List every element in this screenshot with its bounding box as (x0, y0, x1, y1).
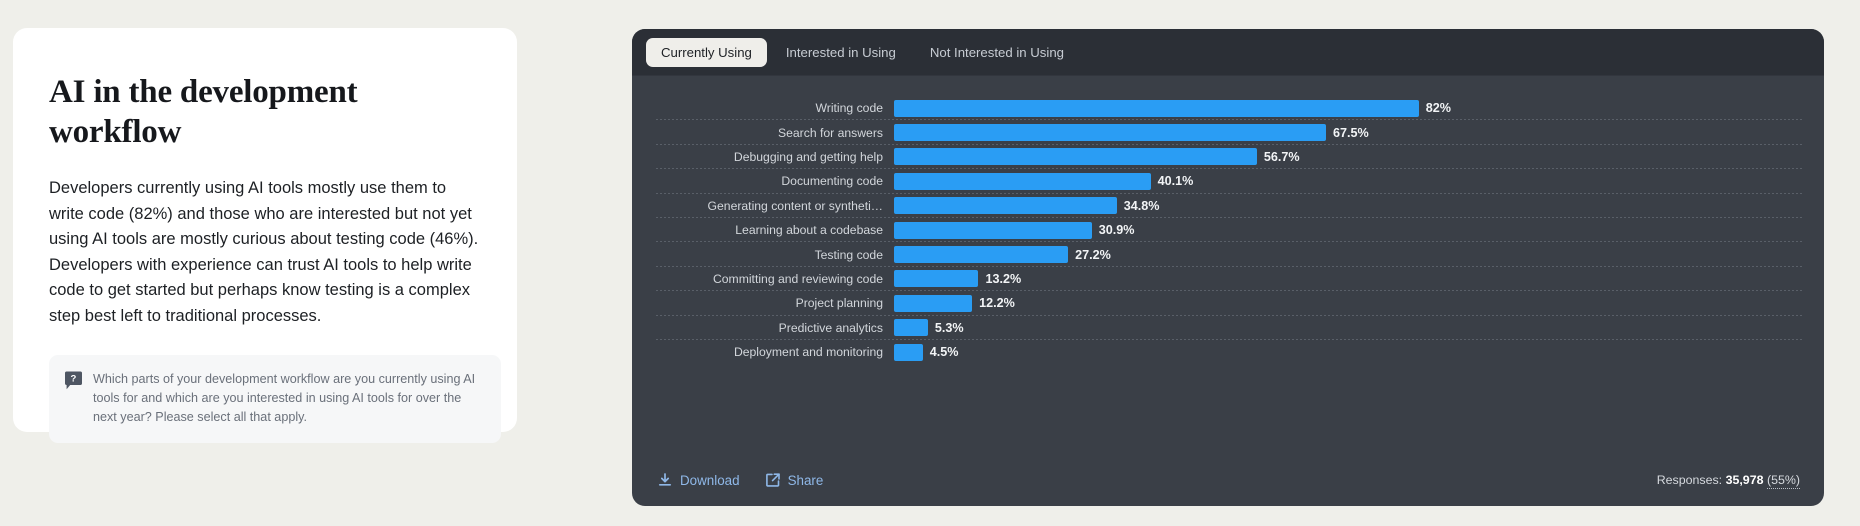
bar-chart: Writing code 82% Search for answers 67.5% De… (632, 76, 1824, 454)
responses-count: 35,978 (1726, 473, 1764, 487)
chart-row[interactable]: Testing code 27.2% (632, 242, 1824, 266)
share-label: Share (788, 473, 824, 488)
page-root: AI in the development workflow Developer… (0, 0, 1860, 526)
chart-bar-wrap: 67.5% (894, 120, 1824, 144)
chart-bar-wrap: 13.2% (894, 267, 1824, 291)
chart-bar[interactable] (894, 148, 1257, 165)
footer-actions: Download Share (658, 473, 823, 488)
chart-bar-wrap: 34.8% (894, 194, 1824, 218)
survey-question-box: ? Which parts of your development workfl… (49, 355, 501, 443)
chart-bar-value: 67.5% (1333, 126, 1369, 140)
chart-row-label: Generating content or syntheti… (632, 199, 894, 213)
tab-interested-in-using[interactable]: Interested in Using (771, 38, 911, 67)
chart-row-label: Committing and reviewing code (632, 272, 894, 286)
share-button[interactable]: Share (766, 473, 824, 488)
chart-bar-wrap: 12.2% (894, 291, 1824, 315)
chart-bar[interactable] (894, 319, 928, 336)
chart-panel: Currently Using Interested in Using Not … (632, 29, 1824, 506)
chart-bar[interactable] (894, 100, 1419, 117)
chart-bar[interactable] (894, 295, 972, 312)
chart-bar-wrap: 82% (894, 96, 1824, 120)
chart-row[interactable]: Generating content or syntheti… 34.8% (632, 194, 1824, 218)
chart-bar-value: 30.9% (1099, 223, 1135, 237)
chart-row-label: Writing code (632, 101, 894, 115)
chart-bar-wrap: 4.5% (894, 340, 1824, 364)
chart-row[interactable]: Project planning 12.2% (632, 291, 1824, 315)
responses-summary: Responses: 35,978 (55%) (1657, 473, 1800, 487)
page-title: AI in the development workflow (49, 72, 481, 152)
tab-currently-using[interactable]: Currently Using (646, 38, 767, 67)
chart-row-label: Search for answers (632, 126, 894, 140)
chart-row[interactable]: Deployment and monitoring 4.5% (632, 340, 1824, 364)
article-body: Developers currently using AI tools most… (49, 176, 481, 329)
download-icon (658, 473, 672, 487)
chart-bar-wrap: 56.7% (894, 145, 1824, 169)
chart-bar-wrap: 40.1% (894, 169, 1824, 193)
download-button[interactable]: Download (658, 473, 740, 488)
chart-bar-value: 13.2% (985, 272, 1021, 286)
chart-bar[interactable] (894, 173, 1151, 190)
chart-row-label: Documenting code (632, 174, 894, 188)
chart-bar-value: 27.2% (1075, 248, 1111, 262)
chart-bar[interactable] (894, 124, 1326, 141)
chart-bar-value: 82% (1426, 101, 1451, 115)
svg-text:?: ? (70, 374, 76, 385)
chart-row[interactable]: Documenting code 40.1% (632, 169, 1824, 193)
responses-prefix: Responses: (1657, 473, 1722, 487)
chart-bar-value: 5.3% (935, 321, 964, 335)
chart-row-label: Deployment and monitoring (632, 345, 894, 359)
chart-bar[interactable] (894, 246, 1068, 263)
chart-row[interactable]: Committing and reviewing code 13.2% (632, 267, 1824, 291)
chart-row[interactable]: Debugging and getting help 56.7% (632, 145, 1824, 169)
chart-row-label: Debugging and getting help (632, 150, 894, 164)
article-card: AI in the development workflow Developer… (13, 28, 517, 432)
chart-bar-value: 56.7% (1264, 150, 1300, 164)
chart-footer: Download Share Responses: 35,978 (632, 454, 1824, 506)
chart-row-label: Testing code (632, 248, 894, 262)
chart-row-label: Predictive analytics (632, 321, 894, 335)
question-bubble-icon: ? (65, 371, 82, 390)
chart-rows: Writing code 82% Search for answers 67.5% De… (632, 96, 1824, 364)
chart-row[interactable]: Predictive analytics 5.3% (632, 316, 1824, 340)
chart-bar[interactable] (894, 197, 1117, 214)
download-label: Download (680, 473, 740, 488)
chart-bar[interactable] (894, 270, 978, 287)
chart-tabbar: Currently Using Interested in Using Not … (632, 29, 1824, 76)
chart-bar-wrap: 5.3% (894, 316, 1824, 340)
chart-row-label: Project planning (632, 296, 894, 310)
external-link-icon (766, 473, 780, 487)
chart-bar-value: 34.8% (1124, 199, 1160, 213)
chart-row[interactable]: Writing code 82% (632, 96, 1824, 120)
chart-row[interactable]: Search for answers 67.5% (632, 120, 1824, 144)
chart-row-label: Learning about a codebase (632, 223, 894, 237)
chart-bar[interactable] (894, 222, 1092, 239)
chart-row[interactable]: Learning about a codebase 30.9% (632, 218, 1824, 242)
responses-percent[interactable]: (55%) (1767, 473, 1800, 489)
chart-bar-value: 40.1% (1158, 174, 1194, 188)
survey-question-text: Which parts of your development workflow… (93, 370, 485, 427)
chart-bar-value: 12.2% (979, 296, 1015, 310)
chart-bar[interactable] (894, 344, 923, 361)
chart-bar-wrap: 30.9% (894, 218, 1824, 242)
chart-bar-wrap: 27.2% (894, 242, 1824, 266)
tab-not-interested-in-using[interactable]: Not Interested in Using (915, 38, 1079, 67)
chart-bar-value: 4.5% (930, 345, 959, 359)
